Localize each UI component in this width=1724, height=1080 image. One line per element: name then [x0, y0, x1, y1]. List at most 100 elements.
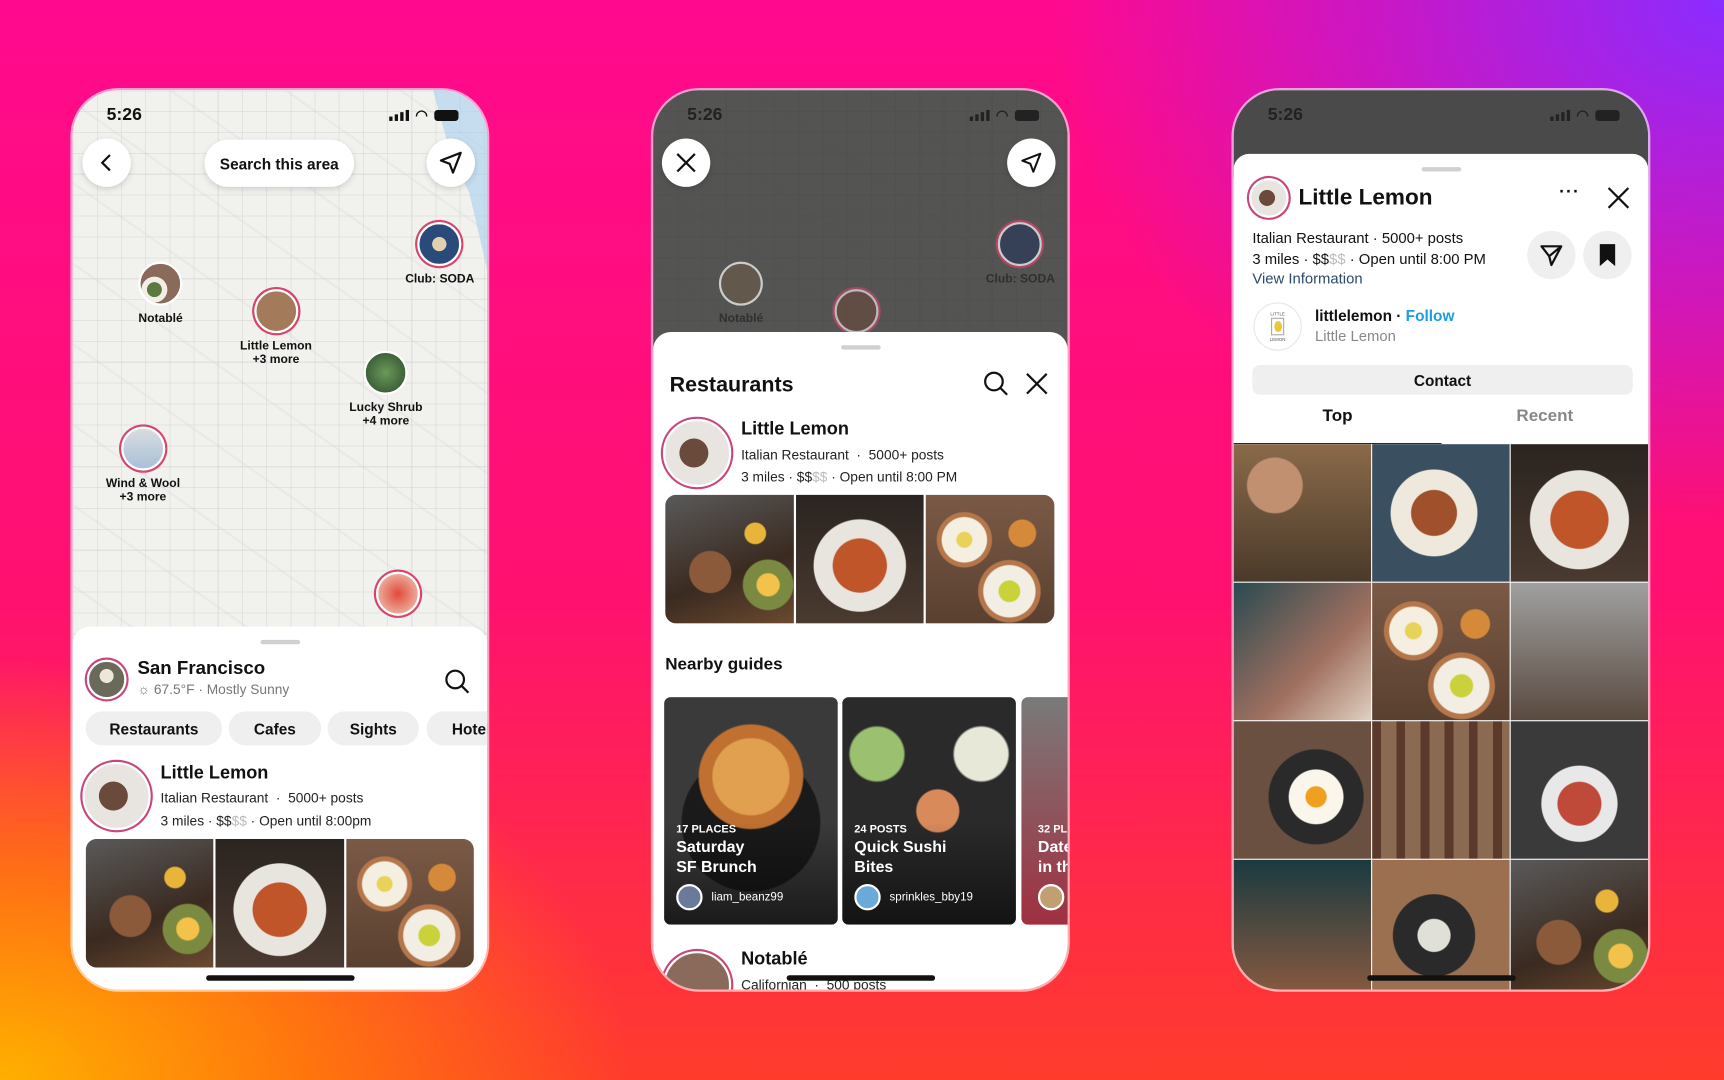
account-row: littlelemon · Follow — [1315, 306, 1455, 325]
place-category: Italian Restaurant · 5000+ posts — [741, 447, 944, 463]
photo[interactable] — [1372, 721, 1510, 859]
follow-button[interactable]: Follow — [1406, 307, 1455, 325]
tab-recent[interactable]: Recent — [1441, 407, 1648, 444]
photo[interactable] — [345, 838, 474, 968]
signal-icon — [1549, 109, 1570, 121]
chip-hotels[interactable]: Hotels — [426, 711, 488, 746]
place-name[interactable]: Little Lemon — [161, 763, 269, 784]
author-avatar — [676, 883, 703, 911]
tab-top[interactable]: Top — [1233, 407, 1442, 445]
back-button[interactable] — [82, 138, 131, 187]
nearby-guides-title: Nearby guides — [665, 655, 783, 674]
close-icon — [676, 153, 696, 173]
author-avatar — [1037, 883, 1065, 911]
save-button[interactable] — [1583, 230, 1632, 280]
place-avatar[interactable] — [662, 418, 732, 488]
wifi-icon: ◠ — [415, 106, 428, 124]
account-logo[interactable]: LITTLE LEMON — [1253, 302, 1302, 351]
location-button[interactable] — [1007, 138, 1056, 187]
phone-place-detail-view: 5:26 ◠ Little Lemon ··· Italian Restaura… — [1233, 90, 1649, 990]
photo[interactable] — [1233, 582, 1372, 721]
battery-icon — [1014, 109, 1040, 121]
location-button[interactable] — [426, 138, 475, 187]
chip-sights[interactable]: Sights — [327, 711, 419, 746]
chevron-left-icon — [100, 154, 111, 172]
status-time: 5:26 — [106, 105, 142, 125]
photo[interactable] — [215, 838, 344, 968]
account-handle[interactable]: littlelemon — [1315, 307, 1392, 325]
share-button[interactable] — [1527, 230, 1576, 280]
author-avatar — [854, 883, 881, 911]
place-name[interactable]: Little Lemon — [741, 419, 849, 440]
home-indicator — [786, 975, 935, 981]
sheet-handle[interactable] — [1421, 167, 1461, 172]
restaurants-sheet: Restaurants Little Lemon Italian Restaur… — [653, 332, 1068, 990]
sheet-handle[interactable] — [840, 345, 881, 350]
close-icon[interactable] — [1606, 186, 1630, 210]
signal-icon — [969, 109, 990, 121]
contact-button[interactable]: Contact — [1252, 365, 1633, 395]
map-pin-little-lemon[interactable]: Little Lemon +3 more — [240, 289, 312, 366]
sheet-title: Restaurants — [669, 372, 794, 397]
place-photos[interactable] — [85, 838, 474, 968]
photo[interactable] — [795, 494, 924, 624]
place-category: Italian Restaurant · 5000+ posts — [160, 790, 364, 806]
account-name: Little Lemon — [1315, 327, 1396, 345]
map-pin-club-soda[interactable]: Club: SODA — [405, 222, 474, 286]
photo[interactable] — [1510, 721, 1649, 859]
place-avatar[interactable] — [662, 951, 732, 990]
guide-card[interactable]: 32 PLDatein th — [1021, 697, 1068, 925]
photo[interactable] — [1372, 444, 1510, 582]
map-pin-lucky-shrub[interactable]: Lucky Shrub +4 more — [349, 350, 423, 428]
photo[interactable] — [1510, 444, 1649, 582]
guide-card[interactable]: 24 POSTS Quick Sushi Bites sprinkles_bby19 — [842, 697, 1016, 925]
status-bar: 5:26 ◠ — [107, 106, 459, 126]
photo[interactable] — [85, 838, 214, 968]
photo[interactable] — [1510, 582, 1649, 721]
place-avatar[interactable] — [82, 761, 151, 831]
close-icon[interactable] — [1025, 372, 1049, 396]
photo[interactable] — [1233, 859, 1372, 990]
place-avatar — [1249, 178, 1289, 218]
home-indicator — [1366, 975, 1516, 981]
map-pin-club-soda[interactable]: Club: SODA — [986, 222, 1055, 286]
place-details: 3 miles · $$$$ · Open until 8:00pm — [160, 813, 372, 830]
map-pin-wind-wool[interactable]: Wind & Wool +3 more — [106, 426, 180, 504]
photo[interactable] — [1510, 859, 1649, 990]
photo[interactable] — [1233, 721, 1372, 859]
guide-card[interactable]: 17 PLACES Saturday SF Brunch liam_beanz99 — [664, 697, 838, 925]
place-sheet: Little Lemon ··· Italian Restaurant · 50… — [1233, 153, 1649, 990]
battery-icon — [434, 109, 459, 121]
status-bar: 5:26 ◠ — [687, 105, 1040, 126]
more-options-icon[interactable]: ··· — [1559, 183, 1580, 203]
status-time: 5:26 — [687, 105, 723, 125]
wifi-icon: ◠ — [1576, 106, 1589, 124]
battery-icon — [1595, 109, 1620, 121]
sun-icon: ☼ — [137, 681, 151, 698]
sheet-handle[interactable] — [260, 639, 300, 645]
wifi-icon: ◠ — [995, 106, 1009, 124]
map-pin[interactable] — [376, 571, 421, 623]
city-title: San Francisco — [137, 657, 266, 679]
send-icon — [1540, 245, 1563, 267]
search-this-area-button[interactable]: Search this area — [204, 139, 355, 187]
photo[interactable] — [1372, 582, 1510, 721]
map-pin-notable[interactable]: Notablé — [138, 261, 183, 325]
photo[interactable] — [1233, 444, 1372, 582]
map-pin-notable[interactable]: Notablé — [719, 261, 763, 325]
place-name[interactable]: Notablé — [741, 949, 808, 970]
photo[interactable] — [665, 494, 794, 624]
search-icon[interactable] — [444, 668, 470, 694]
place-photos[interactable] — [665, 494, 1055, 624]
search-icon[interactable] — [983, 371, 1009, 397]
city-avatar — [86, 659, 127, 700]
close-button[interactable] — [661, 138, 711, 187]
home-indicator — [205, 975, 355, 981]
phone-restaurants-view: 5:26 ◠ Notablé Club: SODA Restaurants Li… — [653, 90, 1068, 990]
view-information-link[interactable]: View Information — [1252, 269, 1486, 289]
chip-restaurants[interactable]: Restaurants — [85, 711, 223, 746]
chip-cafes[interactable]: Cafes — [228, 711, 322, 746]
photo[interactable] — [926, 494, 1055, 624]
photo[interactable] — [1372, 859, 1510, 990]
bookmark-icon — [1599, 244, 1616, 267]
